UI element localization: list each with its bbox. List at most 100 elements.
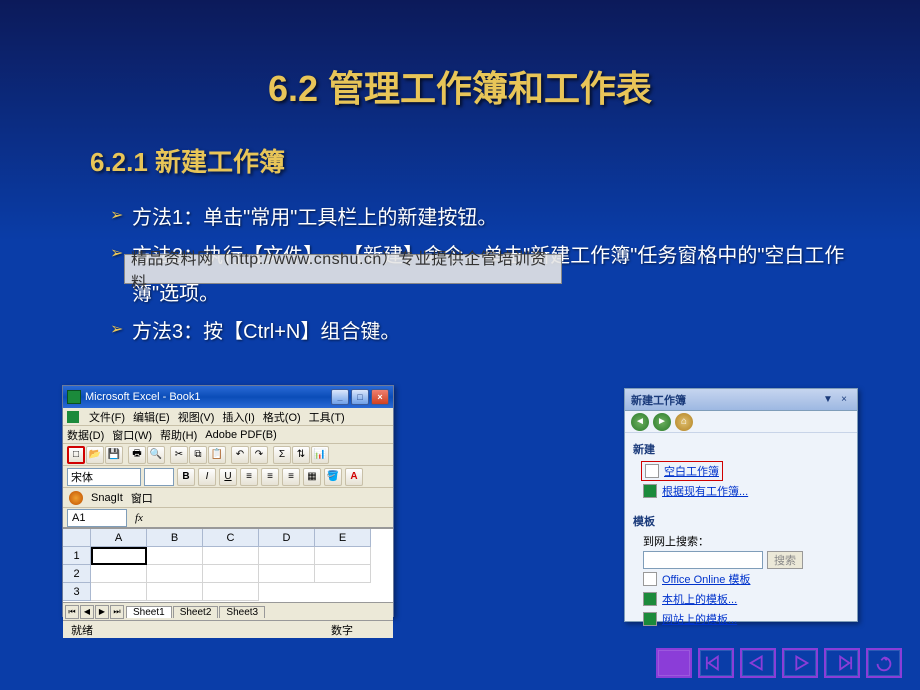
slide: 6.2 管理工作簿和工作表 6.2.1 新建工作簿 方法1：单击"常用"工具栏上… bbox=[0, 0, 920, 690]
align-center-button[interactable]: ≡ bbox=[261, 468, 279, 486]
cell[interactable] bbox=[315, 565, 371, 583]
cell[interactable] bbox=[259, 565, 315, 583]
template-search-input[interactable] bbox=[643, 551, 763, 569]
menu-file[interactable]: 文件(F) bbox=[89, 409, 125, 425]
col-header-d[interactable]: D bbox=[259, 529, 315, 547]
copy-button[interactable]: ⧉ bbox=[189, 446, 207, 464]
preview-button[interactable]: 🔍 bbox=[147, 446, 165, 464]
cell[interactable] bbox=[91, 583, 147, 601]
close-button[interactable]: × bbox=[371, 389, 389, 405]
align-right-button[interactable]: ≡ bbox=[282, 468, 300, 486]
align-left-button[interactable]: ≡ bbox=[240, 468, 258, 486]
web-templates-label: 网站上的模板... bbox=[662, 611, 737, 627]
taskpane-new-section: 新建 空白工作簿 根据现有工作簿... bbox=[625, 433, 857, 505]
taskpane-back-button[interactable]: ◄ bbox=[631, 413, 649, 431]
italic-button[interactable]: I bbox=[198, 468, 216, 486]
formula-bar: A1 fx bbox=[63, 508, 393, 528]
underline-button[interactable]: U bbox=[219, 468, 237, 486]
paste-button[interactable]: 📋 bbox=[208, 446, 226, 464]
menu-format[interactable]: 格式(O) bbox=[263, 409, 301, 425]
worksheet-grid[interactable]: A B C D E 1 2 3 bbox=[63, 528, 393, 602]
cell[interactable] bbox=[147, 565, 203, 583]
tab-last-button[interactable]: ⏭ bbox=[110, 605, 124, 619]
col-header-b[interactable]: B bbox=[147, 529, 203, 547]
row-header-1[interactable]: 1 bbox=[63, 547, 91, 565]
col-header-a[interactable]: A bbox=[91, 529, 147, 547]
menu-window[interactable]: 窗口(W) bbox=[112, 427, 152, 443]
menu-view[interactable]: 视图(V) bbox=[178, 409, 215, 425]
menu-tools[interactable]: 工具(T) bbox=[309, 409, 345, 425]
border-button[interactable]: ▦ bbox=[303, 468, 321, 486]
taskpane-fwd-button[interactable]: ► bbox=[653, 413, 671, 431]
cell[interactable] bbox=[203, 583, 259, 601]
taskpane-title: 新建工作簿 bbox=[631, 392, 819, 408]
cell[interactable] bbox=[147, 583, 203, 601]
tab-next-button[interactable]: ▶ bbox=[95, 605, 109, 619]
open-button[interactable]: 📂 bbox=[86, 446, 104, 464]
web-templates-icon bbox=[643, 612, 657, 626]
fx-label[interactable]: fx bbox=[135, 512, 143, 524]
sheet-tab-1[interactable]: Sheet1 bbox=[126, 606, 172, 618]
undo-button[interactable]: ↶ bbox=[231, 446, 249, 464]
name-box[interactable]: A1 bbox=[67, 509, 127, 527]
cut-button[interactable]: ✂ bbox=[170, 446, 188, 464]
select-all-corner[interactable] bbox=[63, 529, 91, 547]
col-header-c[interactable]: C bbox=[203, 529, 259, 547]
status-num: 数字 bbox=[331, 622, 353, 638]
taskpane-close-button[interactable]: × bbox=[837, 393, 851, 407]
sheet-tab-3[interactable]: Sheet3 bbox=[219, 606, 265, 618]
col-header-e[interactable]: E bbox=[315, 529, 371, 547]
redo-button[interactable]: ↷ bbox=[250, 446, 268, 464]
nav-prev-button[interactable] bbox=[740, 648, 776, 678]
snagit-label: SnagIt bbox=[91, 492, 123, 504]
excel-menubar-2: 数据(D) 窗口(W) 帮助(H) Adobe PDF(B) bbox=[63, 426, 393, 444]
section-new-label: 新建 bbox=[633, 441, 849, 457]
from-existing-link[interactable]: 根据现有工作簿... bbox=[633, 481, 849, 501]
cell[interactable] bbox=[315, 547, 371, 565]
blank-workbook-link-highlighted[interactable]: 空白工作簿 bbox=[641, 461, 723, 481]
font-size-box[interactable] bbox=[144, 468, 174, 486]
nav-return-button[interactable] bbox=[866, 648, 902, 678]
cell[interactable] bbox=[203, 547, 259, 565]
font-name-box[interactable]: 宋体 bbox=[67, 468, 141, 486]
menu-insert[interactable]: 插入(I) bbox=[222, 409, 254, 425]
cell[interactable] bbox=[203, 565, 259, 583]
menu-edit[interactable]: 编辑(E) bbox=[133, 409, 170, 425]
maximize-button[interactable]: □ bbox=[351, 389, 369, 405]
menu-pdf[interactable]: Adobe PDF(B) bbox=[205, 429, 277, 441]
bold-button[interactable]: B bbox=[177, 468, 195, 486]
sheet-tab-2[interactable]: Sheet2 bbox=[173, 606, 219, 618]
font-color-button[interactable]: A bbox=[345, 468, 363, 486]
taskpane-dropdown-button[interactable]: ▼ bbox=[821, 393, 835, 407]
nav-first-button[interactable] bbox=[698, 648, 734, 678]
office-online-link[interactable]: Office Online 模板 bbox=[633, 569, 849, 589]
fill-color-button[interactable]: 🪣 bbox=[324, 468, 342, 486]
tab-prev-button[interactable]: ◀ bbox=[80, 605, 94, 619]
nav-next-button[interactable] bbox=[782, 648, 818, 678]
sort-button[interactable]: ⇅ bbox=[292, 446, 310, 464]
snagit-icon bbox=[69, 491, 83, 505]
web-templates-link[interactable]: 网站上的模板... bbox=[633, 609, 849, 629]
row-header-3[interactable]: 3 bbox=[63, 583, 91, 601]
watermark-box: 精品资料网（http://www.cnshu.cn）专业提供企管培训资料 bbox=[124, 254, 562, 284]
cell[interactable] bbox=[147, 547, 203, 565]
minimize-button[interactable]: _ bbox=[331, 389, 349, 405]
print-button[interactable]: 🖶 bbox=[128, 446, 146, 464]
local-templates-link[interactable]: 本机上的模板... bbox=[633, 589, 849, 609]
cell-a1-selected[interactable] bbox=[91, 547, 147, 565]
cell[interactable] bbox=[91, 565, 147, 583]
save-button[interactable]: 💾 bbox=[105, 446, 123, 464]
menu-help[interactable]: 帮助(H) bbox=[160, 427, 197, 443]
row-header-2[interactable]: 2 bbox=[63, 565, 91, 583]
autosum-button[interactable]: Σ bbox=[273, 446, 291, 464]
cell[interactable] bbox=[259, 547, 315, 565]
tab-first-button[interactable]: ⏮ bbox=[65, 605, 79, 619]
template-search-button[interactable]: 搜索 bbox=[767, 551, 803, 569]
nav-last-button[interactable] bbox=[824, 648, 860, 678]
new-button-highlighted[interactable]: □ bbox=[67, 446, 85, 464]
snagit-window-label[interactable]: 窗口 bbox=[131, 490, 153, 506]
taskpane-home-button[interactable]: ⌂ bbox=[675, 413, 693, 431]
menu-data[interactable]: 数据(D) bbox=[67, 427, 104, 443]
nav-current-button[interactable] bbox=[656, 648, 692, 678]
chart-button[interactable]: 📊 bbox=[311, 446, 329, 464]
